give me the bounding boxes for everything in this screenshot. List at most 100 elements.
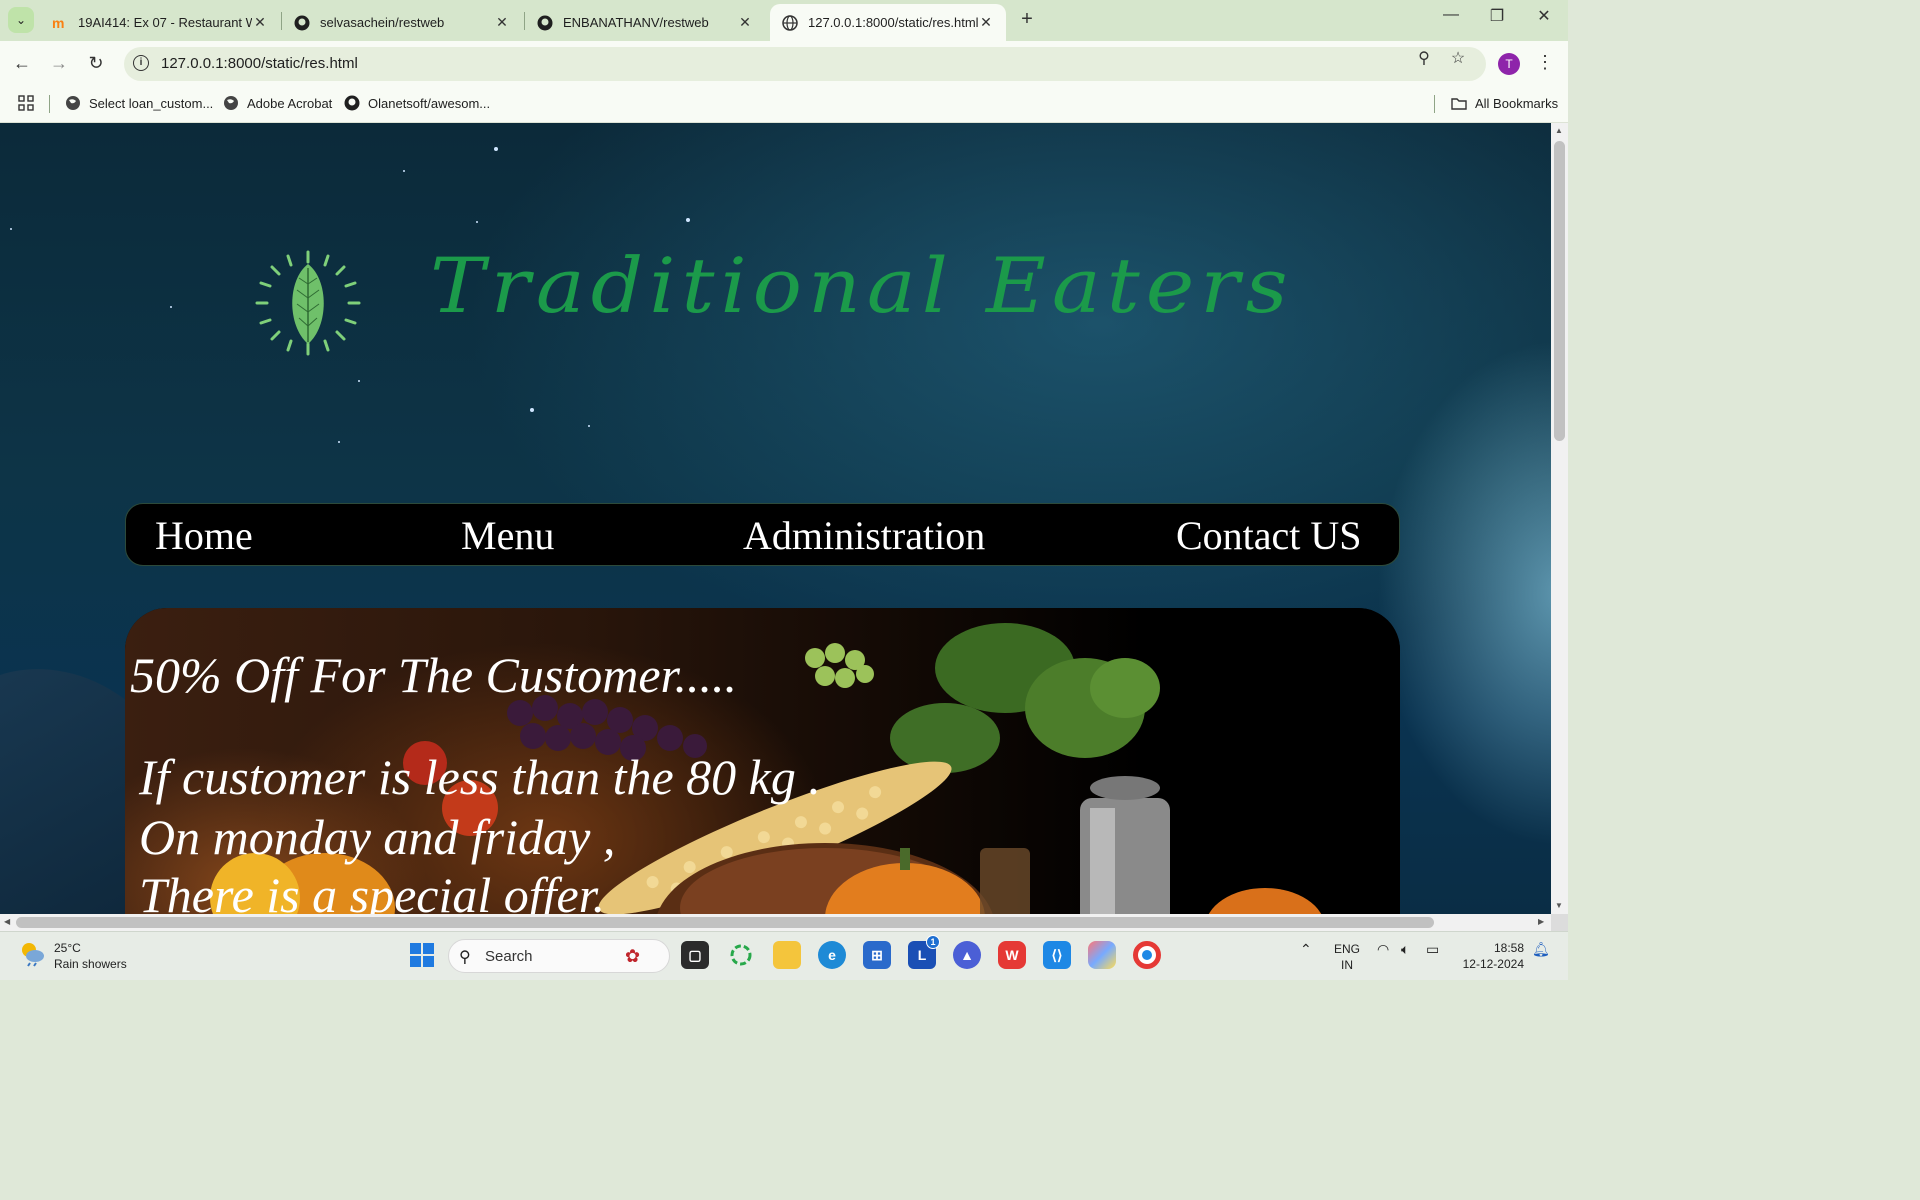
scroll-down-icon[interactable]: ▼ (1555, 901, 1563, 910)
l-app-icon[interactable]: L1 (908, 935, 940, 969)
wifi-icon[interactable]: ◠ (1377, 941, 1389, 957)
vertical-scrollbar[interactable]: ▲ ▼ (1551, 123, 1568, 914)
scroll-right-icon[interactable]: ▶ (1538, 917, 1544, 926)
profile-avatar[interactable]: T (1498, 53, 1520, 75)
battery-icon[interactable]: ▭ (1426, 941, 1439, 957)
forward-button[interactable]: → (47, 53, 71, 74)
windows-taskbar: 25°C Rain showers ⚲ Search ✿ ▢ e ⊞ L1 ▲ … (0, 931, 1568, 980)
vertical-scroll-thumb[interactable] (1554, 141, 1565, 441)
weather-rain-icon (18, 939, 46, 972)
task-view-icon[interactable]: ▢ (681, 941, 709, 969)
github-icon (344, 95, 360, 111)
search-icon: ⚲ (459, 949, 471, 966)
browser-toolbar: ← → ↻ i 127.0.0.1:8000/static/res.html ⚲… (0, 41, 1568, 87)
globe-icon (782, 14, 798, 31)
zoom-icon[interactable]: ⚲ (1414, 48, 1434, 68)
vscode-icon[interactable]: ⟨⟩ (1043, 941, 1071, 969)
github-icon (294, 15, 310, 31)
close-tab-icon[interactable]: ✕ (252, 14, 268, 31)
tab-enbanathanv[interactable]: ENBANATHANV/restweb ✕ (525, 4, 765, 41)
volume-icon[interactable]: 🔈︎ (1401, 941, 1409, 957)
close-tab-icon[interactable]: ✕ (978, 14, 994, 31)
weather-widget[interactable]: 25°C Rain showers (18, 939, 127, 972)
store-icon[interactable]: ⊞ (863, 941, 891, 969)
svg-text:m: m (52, 15, 64, 31)
address-bar[interactable]: i 127.0.0.1:8000/static/res.html (124, 47, 1486, 81)
star-decoration (476, 221, 478, 223)
nav-administration[interactable]: Administration (743, 512, 985, 559)
language-indicator[interactable]: ENG IN (1334, 941, 1360, 973)
bookmark-divider (49, 95, 50, 113)
tab-search-button[interactable]: ⌄ (8, 7, 34, 33)
new-tab-button[interactable]: + (1016, 8, 1038, 31)
star-decoration (358, 380, 360, 382)
star-decoration (588, 425, 590, 427)
page-viewport: Traditional Eaters Home Menu Administrat… (0, 123, 1551, 914)
weather-temp: 25°C (54, 940, 81, 955)
scrollbar-corner (1551, 914, 1568, 931)
edge-icon[interactable]: e (818, 941, 846, 969)
bookmark-adobe-acrobat[interactable]: Adobe Acrobat (223, 95, 332, 111)
star-decoration (686, 218, 690, 222)
chevron-down-icon: ⌄ (15, 13, 27, 27)
bookmark-divider (1434, 95, 1435, 113)
chrome-icon[interactable] (1133, 941, 1161, 969)
moodle-icon: m (52, 15, 68, 31)
clock[interactable]: 18:58 12-12-2024 (1458, 940, 1524, 972)
tray-overflow-icon[interactable]: ⌃ (1300, 941, 1312, 957)
globe-icon (65, 95, 81, 111)
scroll-up-icon[interactable]: ▲ (1555, 126, 1563, 135)
star-decoration (530, 408, 534, 412)
file-explorer-icon[interactable] (773, 941, 801, 969)
close-tab-icon[interactable]: ✕ (737, 14, 753, 31)
leaf-logo-icon (255, 250, 361, 356)
apps-grid-icon[interactable] (18, 95, 34, 111)
all-bookmarks-button[interactable]: All Bookmarks (1451, 95, 1558, 111)
back-button[interactable]: ← (10, 53, 34, 74)
star-decoration (494, 147, 498, 151)
tab-moodle[interactable]: m 19AI414: Ex 07 - Restaurant We ✕ (40, 4, 280, 41)
globe-icon (223, 95, 239, 111)
minimize-button[interactable]: — (1436, 6, 1466, 24)
bookmark-star-icon[interactable]: ☆ (1448, 48, 1468, 68)
tab-selvasachein[interactable]: selvasachein/restweb ✕ (282, 4, 522, 41)
tab-strip: ⌄ m 19AI414: Ex 07 - Restaurant We ✕ sel… (0, 0, 1568, 41)
main-nav: Home Menu Administration Contact US (125, 503, 1400, 566)
reload-button[interactable]: ↻ (84, 53, 108, 74)
bookmark-olanetsoft[interactable]: Olanetsoft/awesom... (344, 95, 490, 111)
offer-condition: If customer is less than the 80 kg . (139, 749, 821, 805)
hero-banner: 50% Off For The Customer..... If custome… (125, 608, 1400, 914)
notification-badge: 1 (926, 935, 940, 949)
nav-contact-us[interactable]: Contact US (1176, 512, 1362, 559)
folder-icon (1451, 95, 1467, 111)
restore-button[interactable]: ❐ (1482, 6, 1512, 26)
taskbar-search[interactable]: ⚲ Search ✿ (448, 939, 670, 973)
weather-desc: Rain showers (54, 956, 127, 971)
bookmarks-bar: Select loan_custom... Adobe Acrobat Olan… (0, 87, 1568, 123)
bookmark-loan-custom[interactable]: Select loan_custom... (65, 95, 213, 111)
windows-start-icon[interactable] (408, 941, 436, 969)
wps-office-icon[interactable]: W (998, 941, 1026, 969)
nav-menu[interactable]: Menu (461, 512, 554, 559)
close-window-button[interactable]: ✕ (1529, 6, 1559, 26)
delta-app-icon[interactable]: ▲ (953, 941, 981, 969)
horizontal-scroll-thumb[interactable] (16, 917, 1434, 928)
offer-headline: 50% Off For The Customer..... (130, 647, 737, 703)
poinsettia-icon: ✿ (625, 946, 641, 966)
brand-title: Traditional Eaters (430, 243, 1294, 331)
scroll-left-icon[interactable]: ◀ (4, 917, 10, 926)
star-decoration (338, 441, 340, 443)
close-tab-icon[interactable]: ✕ (494, 14, 510, 31)
copilot-icon[interactable] (1088, 941, 1116, 969)
url-text[interactable]: 127.0.0.1:8000/static/res.html (161, 55, 358, 72)
more-menu-icon[interactable]: ⋮ (1536, 52, 1554, 73)
notification-bell-icon[interactable]: 🔔︎ (1532, 941, 1550, 957)
nav-home[interactable]: Home (155, 512, 253, 559)
copilot-ring-icon[interactable] (727, 941, 755, 969)
tab-res-html[interactable]: 127.0.0.1:8000/static/res.html ✕ (770, 4, 1006, 41)
star-decoration (10, 228, 12, 230)
star-decoration (170, 306, 172, 308)
github-icon (537, 15, 553, 31)
horizontal-scrollbar[interactable]: ◀ ▶ (0, 914, 1551, 931)
site-info-icon[interactable]: i (133, 55, 149, 71)
